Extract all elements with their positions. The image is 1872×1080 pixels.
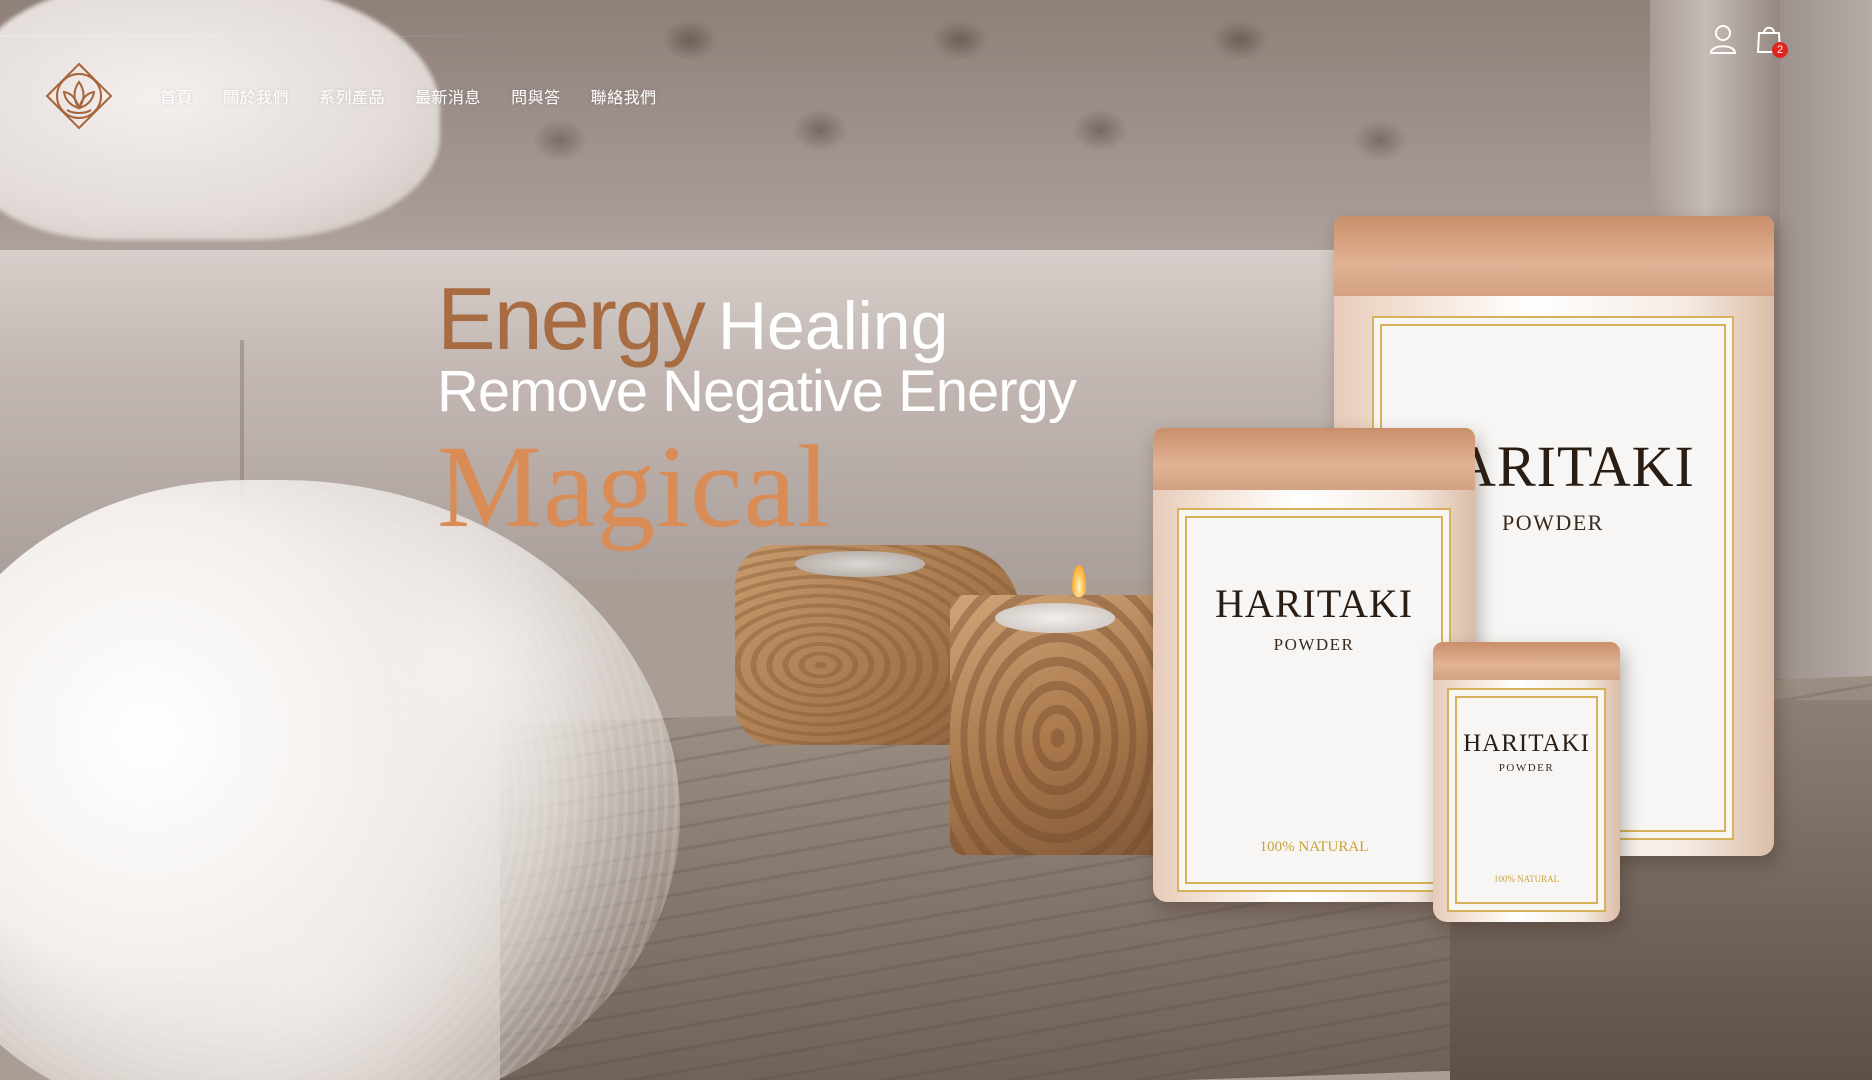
pouch-label: HARITAKI POWDER 100% NATURAL bbox=[1447, 688, 1606, 912]
nav-item-about[interactable]: 關於我們 bbox=[223, 84, 289, 108]
hero-tagline: Magical bbox=[437, 421, 831, 552]
hero-text: Energy Healing Remove Negative Energy Mag… bbox=[437, 268, 1077, 555]
nav-item-contact[interactable]: 聯絡我們 bbox=[591, 84, 657, 108]
product-brand: HARITAKI bbox=[1214, 581, 1414, 626]
nav-item-products[interactable]: 系列產品 bbox=[319, 84, 385, 108]
product-tag: 100% NATURAL bbox=[1493, 874, 1560, 884]
user-icon bbox=[1709, 25, 1737, 54]
product-type: POWDER bbox=[1498, 762, 1555, 774]
cart-count-badge: 2 bbox=[1772, 42, 1788, 58]
lotus-icon bbox=[45, 62, 113, 130]
main-nav: 首頁 關於我們 系列產品 最新消息 問與答 聯絡我們 bbox=[160, 84, 687, 108]
cart-button[interactable]: 2 bbox=[1754, 22, 1788, 58]
lotus-logo[interactable] bbox=[43, 60, 115, 132]
header-divider bbox=[0, 36, 560, 37]
product-type: POWDER bbox=[1273, 635, 1355, 654]
hero-subheadline: Remove Negative Energy bbox=[437, 359, 1077, 424]
nav-item-faq[interactable]: 問與答 bbox=[511, 84, 561, 108]
header-actions: 2 bbox=[1708, 22, 1788, 58]
nav-item-news[interactable]: 最新消息 bbox=[415, 84, 481, 108]
pouch-zipper bbox=[1334, 216, 1774, 296]
hero-word-healing: Healing bbox=[717, 288, 949, 364]
product-pouch-small[interactable]: HARITAKI POWDER 100% NATURAL bbox=[1433, 642, 1620, 922]
candle-holder-right bbox=[950, 595, 1165, 855]
hero-headline: Energy Healing bbox=[437, 268, 1076, 368]
pouch-zipper bbox=[1153, 428, 1475, 490]
hero-word-energy: Energy bbox=[437, 269, 706, 368]
hero-banner: HARITAKI POWDER 100% NATURAL HARITAKI PO… bbox=[0, 0, 1872, 1080]
product-brand: HARITAKI bbox=[1463, 730, 1590, 757]
nav-item-home[interactable]: 首頁 bbox=[160, 84, 193, 108]
product-tag: 100% NATURAL bbox=[1259, 839, 1369, 855]
pouch-label: HARITAKI POWDER 100% NATURAL bbox=[1177, 508, 1451, 892]
account-button[interactable] bbox=[1708, 22, 1738, 56]
product-pouch-medium[interactable]: HARITAKI POWDER 100% NATURAL bbox=[1153, 428, 1475, 902]
pouch-zipper bbox=[1433, 642, 1620, 680]
